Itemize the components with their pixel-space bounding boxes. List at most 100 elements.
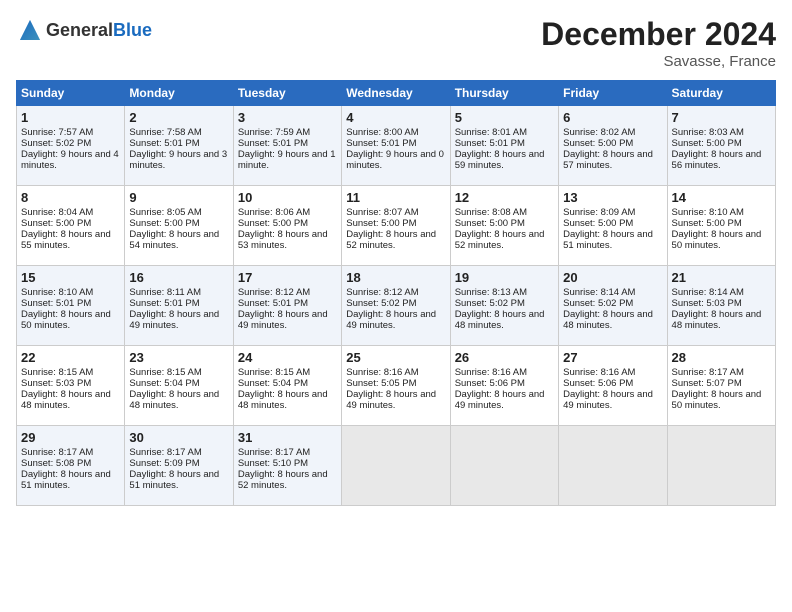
sunrise: Sunrise: 8:00 AM bbox=[346, 127, 418, 138]
day-number: 21 bbox=[672, 270, 771, 285]
calendar-cell: 10 Sunrise: 8:06 AM Sunset: 5:00 PM Dayl… bbox=[233, 186, 341, 266]
sunset: Sunset: 5:06 PM bbox=[563, 378, 633, 389]
day-number: 16 bbox=[129, 270, 228, 285]
page-container: GeneralBlue December 2024 Savasse, Franc… bbox=[0, 0, 792, 516]
calendar-cell: 5 Sunrise: 8:01 AM Sunset: 5:01 PM Dayli… bbox=[450, 106, 558, 186]
logo: GeneralBlue bbox=[16, 16, 152, 44]
col-monday: Monday bbox=[125, 81, 233, 106]
day-number: 25 bbox=[346, 350, 445, 365]
calendar-cell: 12 Sunrise: 8:08 AM Sunset: 5:00 PM Dayl… bbox=[450, 186, 558, 266]
calendar-cell: 18 Sunrise: 8:12 AM Sunset: 5:02 PM Dayl… bbox=[342, 266, 450, 346]
daylight: Daylight: 9 hours and 0 minutes. bbox=[346, 149, 444, 171]
calendar-cell: 6 Sunrise: 8:02 AM Sunset: 5:00 PM Dayli… bbox=[559, 106, 667, 186]
daylight: Daylight: 8 hours and 53 minutes. bbox=[238, 229, 328, 251]
calendar-cell: 28 Sunrise: 8:17 AM Sunset: 5:07 PM Dayl… bbox=[667, 346, 775, 426]
daylight: Daylight: 8 hours and 49 minutes. bbox=[563, 389, 653, 411]
sunset: Sunset: 5:00 PM bbox=[563, 138, 633, 149]
daylight: Daylight: 8 hours and 52 minutes. bbox=[455, 229, 545, 251]
sunset: Sunset: 5:04 PM bbox=[238, 378, 308, 389]
sunrise: Sunrise: 8:17 AM bbox=[129, 447, 201, 458]
daylight: Daylight: 8 hours and 56 minutes. bbox=[672, 149, 762, 171]
calendar-cell: 31 Sunrise: 8:17 AM Sunset: 5:10 PM Dayl… bbox=[233, 426, 341, 506]
day-number: 13 bbox=[563, 190, 662, 205]
calendar-cell: 23 Sunrise: 8:15 AM Sunset: 5:04 PM Dayl… bbox=[125, 346, 233, 426]
sunset: Sunset: 5:01 PM bbox=[129, 298, 199, 309]
logo-general: General bbox=[46, 20, 113, 40]
sunset: Sunset: 5:04 PM bbox=[129, 378, 199, 389]
day-number: 20 bbox=[563, 270, 662, 285]
day-number: 17 bbox=[238, 270, 337, 285]
sunrise: Sunrise: 8:01 AM bbox=[455, 127, 527, 138]
daylight: Daylight: 9 hours and 1 minute. bbox=[238, 149, 336, 171]
daylight: Daylight: 8 hours and 49 minutes. bbox=[238, 309, 328, 331]
sunset: Sunset: 5:02 PM bbox=[455, 298, 525, 309]
sunrise: Sunrise: 8:06 AM bbox=[238, 207, 310, 218]
daylight: Daylight: 8 hours and 52 minutes. bbox=[346, 229, 436, 251]
sunrise: Sunrise: 8:04 AM bbox=[21, 207, 93, 218]
logo-icon bbox=[16, 16, 44, 44]
sunset: Sunset: 5:00 PM bbox=[238, 218, 308, 229]
daylight: Daylight: 8 hours and 51 minutes. bbox=[129, 469, 219, 491]
day-number: 15 bbox=[21, 270, 120, 285]
day-number: 24 bbox=[238, 350, 337, 365]
day-number: 11 bbox=[346, 190, 445, 205]
sunrise: Sunrise: 8:13 AM bbox=[455, 287, 527, 298]
day-number: 14 bbox=[672, 190, 771, 205]
day-number: 4 bbox=[346, 110, 445, 125]
logo-text: GeneralBlue bbox=[46, 20, 152, 41]
daylight: Daylight: 8 hours and 48 minutes. bbox=[672, 309, 762, 331]
calendar-cell: 21 Sunrise: 8:14 AM Sunset: 5:03 PM Dayl… bbox=[667, 266, 775, 346]
sunset: Sunset: 5:00 PM bbox=[21, 218, 91, 229]
sunset: Sunset: 5:06 PM bbox=[455, 378, 525, 389]
calendar-cell bbox=[667, 426, 775, 506]
daylight: Daylight: 9 hours and 3 minutes. bbox=[129, 149, 227, 171]
sunset: Sunset: 5:00 PM bbox=[563, 218, 633, 229]
day-number: 7 bbox=[672, 110, 771, 125]
sunset: Sunset: 5:00 PM bbox=[672, 138, 742, 149]
day-number: 1 bbox=[21, 110, 120, 125]
daylight: Daylight: 8 hours and 49 minutes. bbox=[346, 389, 436, 411]
sunset: Sunset: 5:02 PM bbox=[346, 298, 416, 309]
sunset: Sunset: 5:01 PM bbox=[129, 138, 199, 149]
col-sunday: Sunday bbox=[17, 81, 125, 106]
calendar-cell: 1 Sunrise: 7:57 AM Sunset: 5:02 PM Dayli… bbox=[17, 106, 125, 186]
sunrise: Sunrise: 8:12 AM bbox=[346, 287, 418, 298]
sunrise: Sunrise: 8:10 AM bbox=[672, 207, 744, 218]
day-number: 3 bbox=[238, 110, 337, 125]
calendar-cell: 15 Sunrise: 8:10 AM Sunset: 5:01 PM Dayl… bbox=[17, 266, 125, 346]
calendar-week-1: 1 Sunrise: 7:57 AM Sunset: 5:02 PM Dayli… bbox=[17, 106, 776, 186]
sunset: Sunset: 5:01 PM bbox=[238, 138, 308, 149]
sunset: Sunset: 5:07 PM bbox=[672, 378, 742, 389]
day-number: 26 bbox=[455, 350, 554, 365]
sunset: Sunset: 5:03 PM bbox=[21, 378, 91, 389]
daylight: Daylight: 8 hours and 48 minutes. bbox=[455, 309, 545, 331]
sunrise: Sunrise: 8:16 AM bbox=[455, 367, 527, 378]
calendar-cell: 24 Sunrise: 8:15 AM Sunset: 5:04 PM Dayl… bbox=[233, 346, 341, 426]
sunset: Sunset: 5:00 PM bbox=[129, 218, 199, 229]
calendar-week-2: 8 Sunrise: 8:04 AM Sunset: 5:00 PM Dayli… bbox=[17, 186, 776, 266]
day-number: 9 bbox=[129, 190, 228, 205]
daylight: Daylight: 8 hours and 49 minutes. bbox=[455, 389, 545, 411]
day-number: 2 bbox=[129, 110, 228, 125]
day-number: 31 bbox=[238, 430, 337, 445]
header: GeneralBlue December 2024 Savasse, Franc… bbox=[16, 16, 776, 70]
day-number: 12 bbox=[455, 190, 554, 205]
day-number: 18 bbox=[346, 270, 445, 285]
sunrise: Sunrise: 8:05 AM bbox=[129, 207, 201, 218]
sunrise: Sunrise: 7:58 AM bbox=[129, 127, 201, 138]
calendar-week-3: 15 Sunrise: 8:10 AM Sunset: 5:01 PM Dayl… bbox=[17, 266, 776, 346]
calendar-cell: 26 Sunrise: 8:16 AM Sunset: 5:06 PM Dayl… bbox=[450, 346, 558, 426]
calendar-cell: 19 Sunrise: 8:13 AM Sunset: 5:02 PM Dayl… bbox=[450, 266, 558, 346]
sunset: Sunset: 5:01 PM bbox=[346, 138, 416, 149]
day-number: 29 bbox=[21, 430, 120, 445]
sunset: Sunset: 5:03 PM bbox=[672, 298, 742, 309]
col-saturday: Saturday bbox=[667, 81, 775, 106]
sunset: Sunset: 5:09 PM bbox=[129, 458, 199, 469]
day-number: 30 bbox=[129, 430, 228, 445]
daylight: Daylight: 8 hours and 50 minutes. bbox=[672, 389, 762, 411]
daylight: Daylight: 8 hours and 48 minutes. bbox=[129, 389, 219, 411]
sunrise: Sunrise: 8:11 AM bbox=[129, 287, 201, 298]
logo-blue: Blue bbox=[113, 20, 152, 40]
calendar-cell: 20 Sunrise: 8:14 AM Sunset: 5:02 PM Dayl… bbox=[559, 266, 667, 346]
sunrise: Sunrise: 8:16 AM bbox=[563, 367, 635, 378]
